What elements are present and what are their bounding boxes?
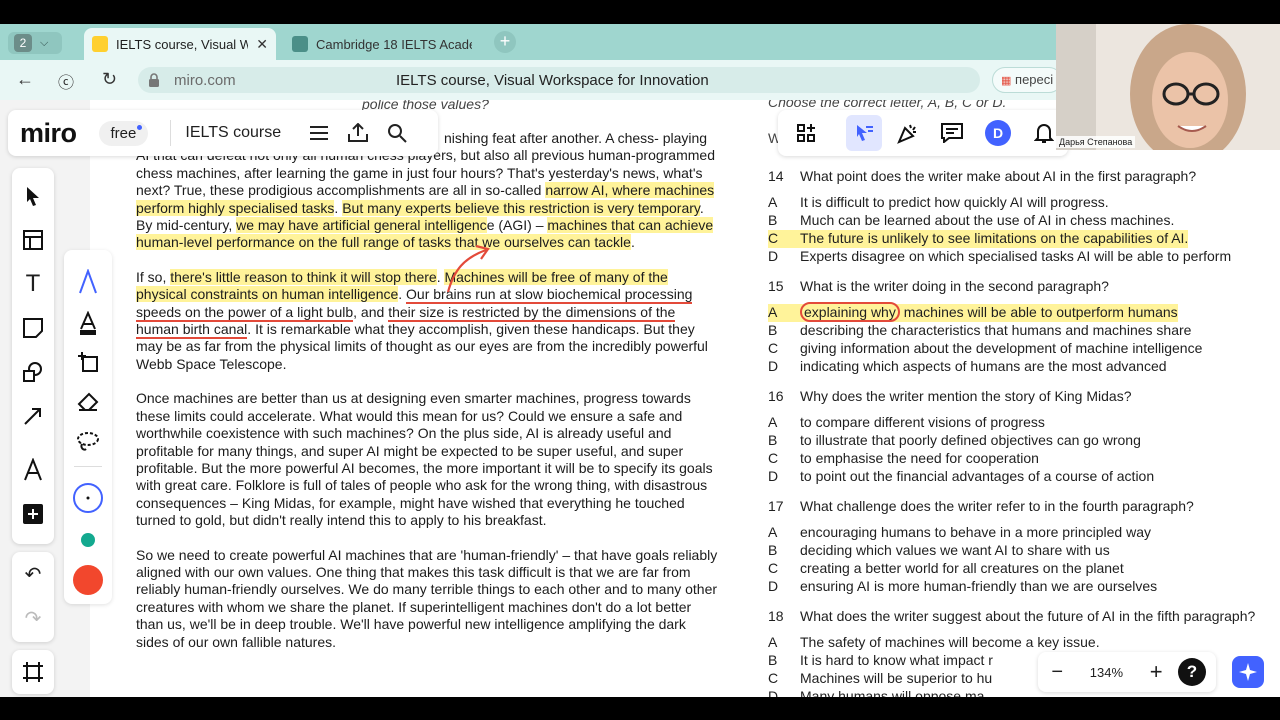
question-16: 16 Why does the writer mention the story …: [768, 388, 1155, 485]
highlight: there's little reason to think it will s…: [170, 268, 437, 285]
question-14: 14 What point does the writer make about …: [768, 168, 1232, 265]
comments-icon[interactable]: [934, 115, 970, 151]
question-17: 17 What challenge does the writer refer t…: [768, 498, 1194, 595]
miro-board[interactable]: police those values? nishing feat after …: [0, 100, 1280, 697]
url-box[interactable]: miro.com IELTS course, Visual Workspace …: [138, 67, 1105, 93]
divider: [170, 120, 172, 146]
zoom-level[interactable]: 134%: [1090, 665, 1123, 680]
back-arrow-icon[interactable]: ←: [16, 69, 34, 90]
url-text: miro.com: [174, 72, 236, 89]
board-name[interactable]: IELTS course: [185, 124, 281, 142]
tab-miro[interactable]: IELTS course, Visual Wor ✕: [84, 28, 276, 60]
tab-title: IELTS course, Visual Wor: [116, 36, 249, 52]
undo-icon[interactable]: ↶: [12, 556, 54, 592]
passage-paragraph-4: So we need to create powerful AI machine…: [136, 546, 718, 650]
lock-icon: [149, 73, 159, 87]
interaction-mode-icon[interactable]: [846, 115, 882, 151]
select-cursor-icon[interactable]: [12, 178, 54, 214]
question-15: 15 What is the writer doing in the second…: [768, 278, 1203, 375]
menu-icon[interactable]: [309, 125, 329, 141]
webcam-overlay: Дарья Степанова: [1056, 24, 1280, 150]
celebrate-icon[interactable]: [890, 115, 926, 151]
more-tools-icon[interactable]: [12, 496, 54, 532]
chevron-down-icon: ⌵: [40, 36, 49, 49]
highlight: explaining why machines will be able to …: [800, 302, 1178, 323]
smart-shape-icon[interactable]: [64, 344, 112, 380]
stroke-size-swatch[interactable]: [64, 480, 112, 516]
tab-count: 2: [14, 34, 32, 52]
ai-assist-button[interactable]: [1232, 656, 1264, 688]
redo-icon[interactable]: ↷: [12, 600, 54, 636]
red-circle-annotation: explaining why: [800, 302, 900, 323]
tab-group-button[interactable]: 2 ⌵: [8, 32, 62, 54]
miro-logo[interactable]: miro: [20, 118, 77, 149]
text-tool-icon[interactable]: T: [12, 266, 54, 302]
reload-icon[interactable]: ↻: [102, 69, 117, 90]
page-title: IELTS course, Visual Workspace for Innov…: [396, 72, 709, 89]
highlighter-icon[interactable]: [64, 306, 112, 342]
pen-sub-toolbar: [64, 250, 112, 604]
highlight: The future is unlikely to see limitation…: [800, 230, 1189, 248]
tab-title: Cambridge 18 IELTS Acade: [316, 36, 472, 52]
notification-dot: [137, 124, 143, 130]
collaboration-toolbar: D: [778, 110, 1068, 156]
connection-line-icon[interactable]: [12, 398, 54, 434]
divider: [74, 466, 102, 467]
sticky-note-icon[interactable]: [12, 310, 54, 346]
pen-tool-icon[interactable]: [12, 452, 54, 488]
close-icon[interactable]: ✕: [256, 36, 268, 53]
new-tab-button[interactable]: +: [494, 31, 516, 53]
zoom-out-button[interactable]: −: [1051, 661, 1063, 684]
search-icon[interactable]: [387, 123, 407, 143]
main-toolbar: T: [12, 168, 54, 544]
pen-icon[interactable]: [64, 264, 112, 300]
color-swatch-orange[interactable]: [64, 562, 112, 598]
translate-button[interactable]: ▦ пересі: [992, 67, 1063, 93]
color-swatch-green[interactable]: [64, 522, 112, 558]
frame-template-icon[interactable]: [12, 222, 54, 258]
reading-passage: nishing feat after another. A chess- pla…: [136, 130, 721, 668]
zoom-in-button[interactable]: +: [1150, 659, 1163, 685]
shapes-icon[interactable]: [12, 354, 54, 390]
miro-favicon-icon: [92, 36, 108, 52]
frames-button[interactable]: [12, 650, 54, 694]
eraser-icon[interactable]: [64, 384, 112, 420]
translate-icon: ▦: [1001, 75, 1012, 87]
apps-icon[interactable]: [788, 115, 824, 151]
share-upload-icon[interactable]: [347, 123, 369, 143]
passage-paragraph-3: Once machines are better than us at desi…: [136, 390, 713, 529]
participant-name: Дарья Степанова: [1056, 136, 1136, 148]
miro-header: miro free IELTS course: [8, 110, 438, 156]
plan-badge[interactable]: free: [98, 120, 149, 146]
passage-paragraph-2: If so, there's little reason to think it…: [136, 268, 708, 372]
sparkle-icon: [1239, 663, 1257, 681]
undo-redo-panel: ↶ ↷: [12, 552, 54, 642]
frames-icon: [12, 654, 54, 690]
lasso-icon[interactable]: [64, 424, 112, 460]
help-button[interactable]: ?: [1178, 658, 1206, 686]
participant-video: [1056, 24, 1280, 150]
tab-cambridge[interactable]: Cambridge 18 IELTS Acade: [284, 28, 480, 60]
cambridge-favicon-icon: [292, 36, 308, 52]
red-arrow-annotation: [446, 244, 490, 293]
highlight: But many experts believe this restrictio…: [342, 199, 700, 216]
yandex-icon[interactable]: ⓒ: [58, 69, 74, 93]
highlight: we may have artificial general intellige…: [236, 217, 487, 234]
translate-label: пересі: [1015, 72, 1054, 87]
user-avatar[interactable]: D: [980, 115, 1016, 151]
